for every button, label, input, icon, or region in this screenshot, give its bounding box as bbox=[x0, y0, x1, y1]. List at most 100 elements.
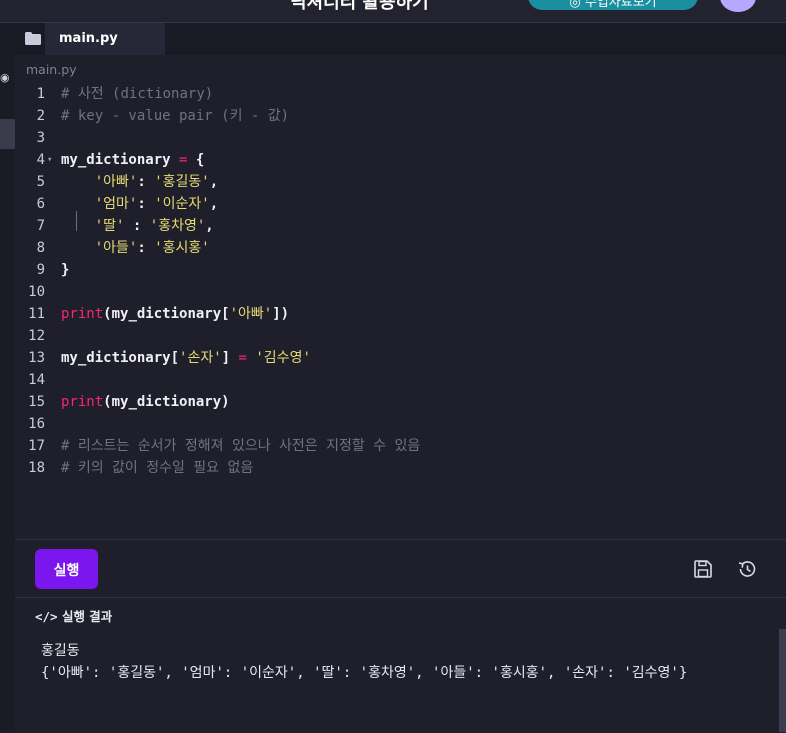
save-icon[interactable] bbox=[692, 558, 714, 580]
code-line[interactable]: 11 print(my_dictionary['아빠']) bbox=[15, 303, 786, 325]
code-token: '이순자' bbox=[154, 196, 210, 212]
left-rail: ◉ bbox=[0, 23, 15, 732]
code-token: # 사전 (dictionary) bbox=[61, 86, 214, 102]
code-line[interactable]: 5 '아빠': '홍길동', bbox=[15, 171, 786, 193]
tab-main-py[interactable]: main.py bbox=[45, 23, 165, 55]
code-token: , bbox=[209, 196, 219, 212]
code-token: # 리스트는 순서가 정해져 있으나 사전은 지정할 수 있음 bbox=[61, 438, 421, 454]
code-token: (my_dictionary[ bbox=[103, 306, 230, 322]
code-token: my_dictionary bbox=[61, 152, 180, 168]
code-line[interactable]: 8 '아들': '홍시홍' bbox=[15, 237, 786, 259]
line-number: 15 bbox=[28, 394, 45, 410]
code-token: ]) bbox=[272, 306, 290, 322]
code-line[interactable]: 1 # 사전 (dictionary) bbox=[15, 83, 786, 105]
code-icon: </> bbox=[35, 609, 58, 624]
code-line[interactable]: 15 print(my_dictionary) bbox=[15, 391, 786, 413]
code-token: { bbox=[187, 152, 205, 168]
code-token: print bbox=[61, 306, 104, 322]
code-text: '딸' : '홍차영', bbox=[61, 215, 214, 237]
code-token: : bbox=[137, 240, 155, 256]
code-token: '아들' bbox=[94, 240, 138, 256]
code-line[interactable]: 17 # 리스트는 순서가 정해져 있으나 사전은 지정할 수 있음 bbox=[15, 435, 786, 457]
file-tab-bar: main.py bbox=[15, 23, 786, 55]
code-line[interactable]: 16 bbox=[15, 413, 786, 435]
code-line[interactable]: 10 bbox=[15, 281, 786, 303]
code-line[interactable]: 2 # key - value pair (키 - 값) bbox=[15, 105, 786, 127]
folder-icon[interactable] bbox=[25, 32, 41, 45]
line-number: 2 bbox=[36, 108, 45, 124]
breadcrumb: main.py bbox=[26, 62, 77, 77]
lesson-material-button[interactable]: ◎ 수업자료보기 bbox=[528, 0, 698, 10]
rail-active-indicator bbox=[0, 119, 15, 149]
avatar[interactable] bbox=[720, 0, 756, 12]
code-text: '아들': '홍시홍' bbox=[61, 237, 210, 259]
code-text: print(my_dictionary) bbox=[61, 391, 230, 413]
line-number: 3 bbox=[36, 130, 45, 146]
code-token: '홍길동' bbox=[154, 174, 210, 190]
code-token: '아빠' bbox=[94, 174, 138, 190]
output-line: {'아빠': '홍길동', '엄마': '이순자', '딸': '홍차영', '… bbox=[41, 665, 688, 681]
line-number: 8 bbox=[36, 240, 45, 256]
line-number: 6 bbox=[36, 196, 45, 212]
scrollbar[interactable] bbox=[779, 629, 786, 732]
line-number: 16 bbox=[28, 416, 45, 432]
code-text: '엄마': '이순자', bbox=[61, 193, 218, 215]
code-token: '홍시홍' bbox=[154, 240, 210, 256]
code-token: '아빠' bbox=[229, 306, 273, 322]
code-token: print bbox=[61, 394, 104, 410]
code-line[interactable]: 18 # 키의 값이 정수일 필요 없음 bbox=[15, 457, 786, 479]
code-text: # 키의 값이 정수일 필요 없음 bbox=[61, 457, 253, 479]
code-token: ] bbox=[221, 350, 239, 366]
code-token: : bbox=[124, 218, 150, 234]
rail-icon[interactable]: ◉ bbox=[0, 71, 10, 84]
code-token: # 키의 값이 정수일 필요 없음 bbox=[61, 460, 254, 476]
line-number: 9 bbox=[36, 262, 45, 278]
code-token: = bbox=[238, 350, 247, 366]
code-line[interactable]: 12 bbox=[15, 325, 786, 347]
code-token: # key - value pair (키 - 값) bbox=[61, 108, 290, 124]
line-number: 5 bbox=[36, 174, 45, 190]
history-icon[interactable] bbox=[736, 558, 758, 580]
run-button[interactable]: 실행 bbox=[35, 549, 98, 589]
code-text: my_dictionary = { bbox=[61, 149, 204, 171]
code-token: my_dictionary[ bbox=[61, 350, 180, 366]
code-line[interactable]: 6 '엄마': '이순자', bbox=[15, 193, 786, 215]
text-cursor bbox=[76, 211, 77, 231]
line-number: 11 bbox=[28, 306, 45, 322]
output-line: 홍길동 bbox=[41, 643, 80, 659]
code-line[interactable]: 3 bbox=[15, 127, 786, 149]
code-text: # 리스트는 순서가 정해져 있으나 사전은 지정할 수 있음 bbox=[61, 435, 420, 457]
code-token: } bbox=[61, 262, 70, 278]
code-token: '엄마' bbox=[94, 196, 138, 212]
code-text: } bbox=[61, 259, 69, 281]
code-line[interactable]: 13 my_dictionary['손자'] = '김수영' bbox=[15, 347, 786, 369]
code-token: '손자' bbox=[179, 350, 222, 366]
code-token: '홍차영' bbox=[149, 218, 206, 234]
code-line[interactable]: 7 '딸' : '홍차영', bbox=[15, 215, 786, 237]
result-header: </> 실행 결과 bbox=[35, 606, 112, 625]
code-line[interactable]: 4 ▾ my_dictionary = { bbox=[15, 149, 786, 171]
result-panel: </> 실행 결과 홍길동 {'아빠': '홍길동', '엄마': '이순자',… bbox=[15, 597, 786, 733]
code-line[interactable]: 9} bbox=[15, 259, 786, 281]
line-number: 7 bbox=[36, 218, 45, 234]
line-number: 10 bbox=[28, 284, 45, 300]
result-header-label: 실행 결과 bbox=[61, 609, 113, 624]
fold-toggle-icon[interactable]: ▾ bbox=[47, 149, 52, 171]
page-title: 딕셔너리 활용하기 bbox=[290, 0, 429, 13]
line-number: 17 bbox=[28, 438, 45, 454]
code-line[interactable]: 14 bbox=[15, 369, 786, 391]
run-toolbar: 실행 bbox=[15, 539, 786, 598]
code-text: # key - value pair (키 - 값) bbox=[61, 105, 289, 127]
top-bar: 딕셔너리 활용하기 ◎ 수업자료보기 bbox=[0, 0, 786, 23]
code-token: '김수영' bbox=[255, 350, 311, 366]
code-token: , bbox=[205, 218, 214, 234]
code-token: , bbox=[209, 174, 219, 190]
line-number: 14 bbox=[28, 372, 45, 388]
line-number: 1 bbox=[36, 86, 45, 102]
code-text: my_dictionary['손자'] = '김수영' bbox=[61, 347, 311, 369]
code-editor[interactable]: 1 # 사전 (dictionary) 2 # key - value pair (키… bbox=[15, 83, 786, 539]
